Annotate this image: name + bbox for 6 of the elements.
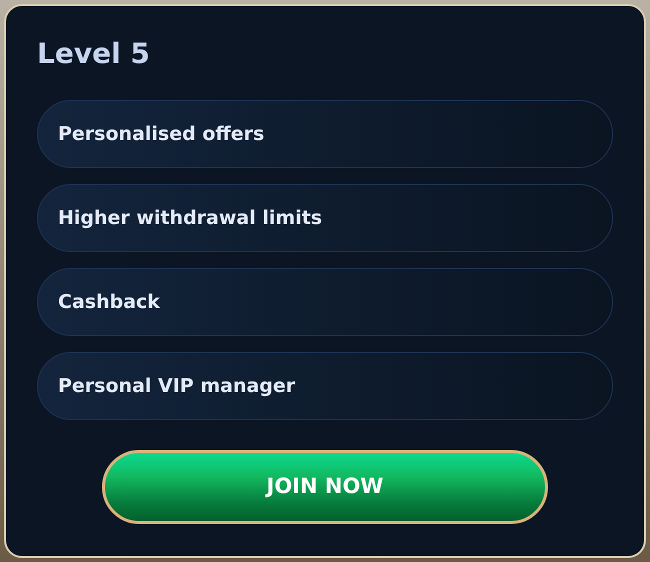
- level-title: Level 5: [37, 36, 151, 72]
- benefit-item: Personal VIP manager: [37, 352, 613, 420]
- benefit-item: Personalised offers: [37, 100, 613, 168]
- benefit-item: Cashback: [37, 268, 613, 336]
- benefit-item: Higher withdrawal limits: [37, 184, 613, 252]
- join-now-button[interactable]: JOIN NOW: [102, 450, 548, 524]
